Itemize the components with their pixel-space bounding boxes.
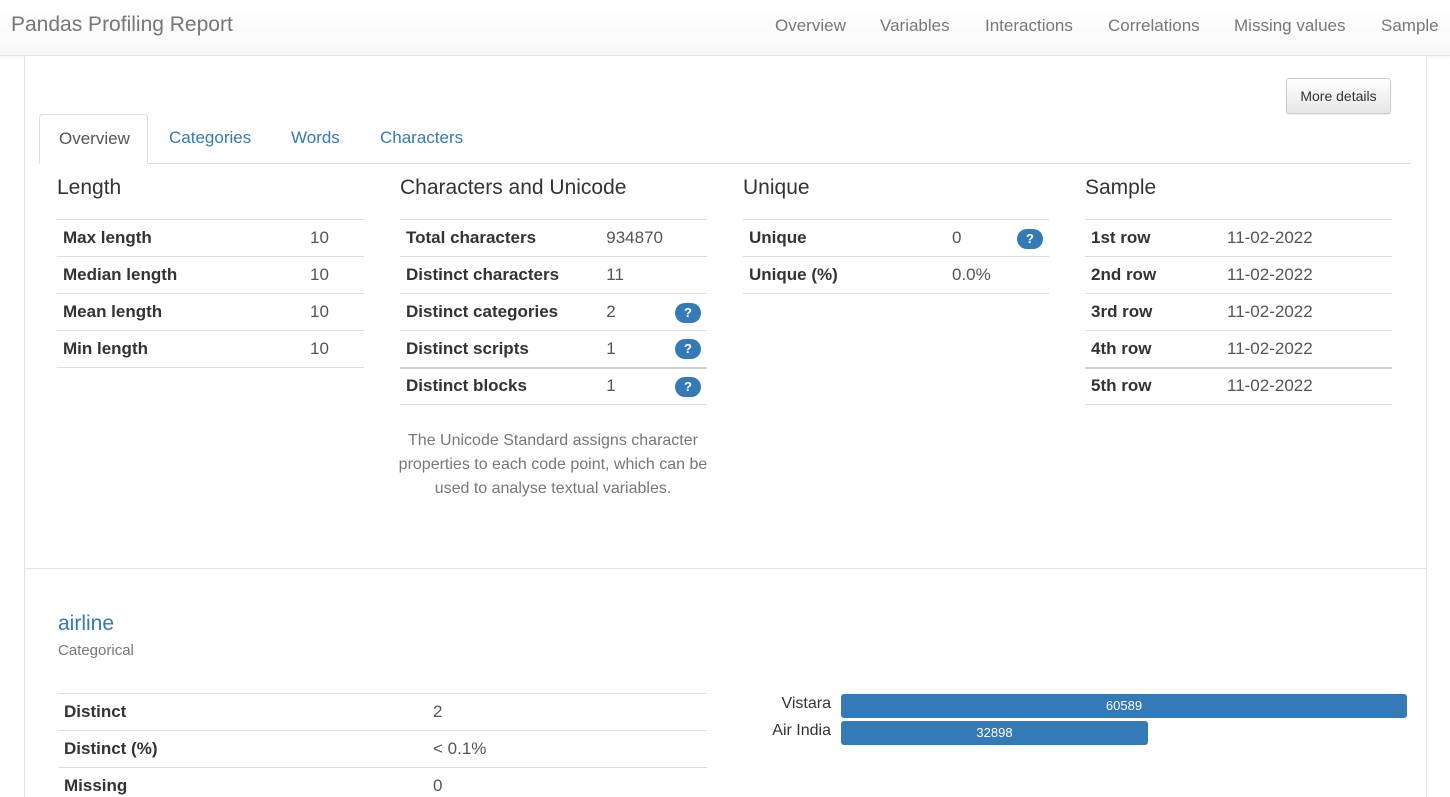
nav-link-missing-values[interactable]: Missing values — [1234, 16, 1346, 36]
table-row: 1st row 11-02-2022 — [1085, 219, 1392, 257]
variable-type: Categorical — [58, 642, 134, 659]
bar-category-label: Vistara — [781, 695, 831, 712]
table-row: Unique (%) 0.0% — [743, 256, 1049, 294]
row-value: 1 — [600, 330, 669, 368]
tab-words[interactable]: Words — [272, 114, 359, 164]
more-details-button[interactable]: More details — [1286, 78, 1391, 114]
table-row: Missing 0 — [58, 767, 707, 797]
table-row: Unique 0? — [743, 219, 1049, 257]
help-icon[interactable]: ? — [675, 302, 701, 323]
unique-table: Unique 0? Unique (%) 0.0% — [743, 219, 1049, 294]
row-label: Unique (%) — [743, 256, 946, 294]
row-value: 10 — [304, 256, 364, 294]
table-row: Median length 10 — [57, 256, 364, 294]
tab-categories[interactable]: Categories — [150, 114, 270, 164]
row-label: Distinct blocks — [400, 366, 601, 405]
table-row: 5th row 11-02-2022 — [1085, 366, 1392, 405]
top-navbar: Pandas Profiling Report Overview Variabl… — [0, 0, 1450, 56]
brand-title[interactable]: Pandas Profiling Report — [11, 13, 233, 37]
variable-panel — [24, 56, 1427, 797]
help-icon[interactable]: ? — [1017, 228, 1043, 249]
row-label: 1st row — [1085, 219, 1221, 257]
table-row: Max length 10 — [57, 219, 364, 257]
row-label: Median length — [57, 256, 304, 294]
row-value: 2 — [600, 293, 669, 331]
table-row: 3rd row 11-02-2022 — [1085, 293, 1392, 331]
table-row: 4th row 11-02-2022 — [1085, 330, 1392, 368]
row-value: 10 — [304, 293, 364, 331]
row-value: 11-02-2022 — [1221, 330, 1392, 368]
row-value: 2 — [427, 693, 707, 731]
nav-link-variables[interactable]: Variables — [880, 16, 950, 36]
row-label: Distinct categories — [400, 293, 601, 331]
row-value: 11-02-2022 — [1221, 256, 1392, 294]
row-label: 4th row — [1085, 330, 1221, 368]
row-value: 11 — [600, 256, 669, 294]
sample-table: 1st row 11-02-2022 2nd row 11-02-2022 3rd … — [1085, 219, 1392, 405]
row-label: Max length — [57, 219, 304, 257]
row-value: < 0.1% — [427, 730, 707, 768]
row-label: Distinct — [58, 693, 427, 731]
unicode-table: Total characters 934870 Distinct characte… — [400, 219, 707, 405]
nav-link-interactions[interactable]: Interactions — [985, 16, 1073, 36]
tab-overview[interactable]: Overview — [39, 114, 148, 164]
row-value: 0.0% — [946, 256, 1011, 294]
row-value: 11-02-2022 — [1221, 366, 1392, 405]
table-row: Distinct (%) < 0.1% — [58, 730, 707, 768]
table-row: Distinct scripts 1? — [400, 330, 707, 368]
help-icon[interactable]: ? — [675, 339, 701, 360]
bar: 60589 — [841, 694, 1407, 718]
row-value: 10 — [304, 330, 364, 368]
row-label: Total characters — [400, 219, 601, 257]
row-value: 0 — [946, 219, 1011, 257]
row-label: Distinct scripts — [400, 330, 601, 368]
row-value: 11-02-2022 — [1221, 293, 1392, 331]
length-table: Max length 10 Median length 10 Mean length… — [57, 219, 364, 368]
section-divider — [24, 568, 1427, 569]
tab-characters[interactable]: Characters — [361, 114, 482, 164]
table-row: 2nd row 11-02-2022 — [1085, 256, 1392, 294]
length-title: Length — [57, 176, 122, 199]
variable-name-link[interactable]: airline — [58, 612, 114, 636]
unicode-note: The Unicode Standard assigns character p… — [398, 432, 708, 497]
sample-title: Sample — [1085, 176, 1157, 199]
nav-link-sample[interactable]: Sample — [1381, 16, 1439, 36]
unicode-title: Characters and Unicode — [400, 176, 627, 199]
nav-link-correlations[interactable]: Correlations — [1108, 16, 1200, 36]
help-icon[interactable]: ? — [675, 376, 701, 397]
bar: 32898 — [841, 721, 1148, 745]
table-row: Mean length 10 — [57, 293, 364, 331]
airline-stats-table: Distinct 2 Distinct (%) < 0.1% Missing 0 — [58, 693, 707, 797]
table-row: Distinct characters 11 — [400, 256, 707, 294]
row-label: Distinct characters — [400, 256, 601, 294]
row-label: Missing — [58, 767, 427, 797]
table-row: Distinct categories 2? — [400, 293, 707, 331]
table-row: Distinct 2 — [58, 693, 707, 731]
unique-title: Unique — [743, 176, 810, 199]
row-value: 0 — [427, 767, 707, 797]
row-value: 1 — [600, 366, 669, 405]
row-label: Unique — [743, 219, 946, 257]
nav-link-overview[interactable]: Overview — [775, 16, 846, 36]
row-value: 10 — [304, 219, 364, 257]
table-row: Distinct blocks 1? — [400, 366, 707, 405]
table-row: Total characters 934870 — [400, 219, 707, 257]
row-value: 11-02-2022 — [1221, 219, 1392, 257]
row-label: Mean length — [57, 293, 304, 331]
row-label: Min length — [57, 330, 304, 368]
table-row: Min length 10 — [57, 330, 364, 368]
row-label: 2nd row — [1085, 256, 1221, 294]
row-label: Distinct (%) — [58, 730, 427, 768]
row-value: 934870 — [600, 219, 669, 257]
row-label: 3rd row — [1085, 293, 1221, 331]
bar-category-label: Air India — [772, 722, 831, 739]
row-label: 5th row — [1085, 366, 1221, 405]
